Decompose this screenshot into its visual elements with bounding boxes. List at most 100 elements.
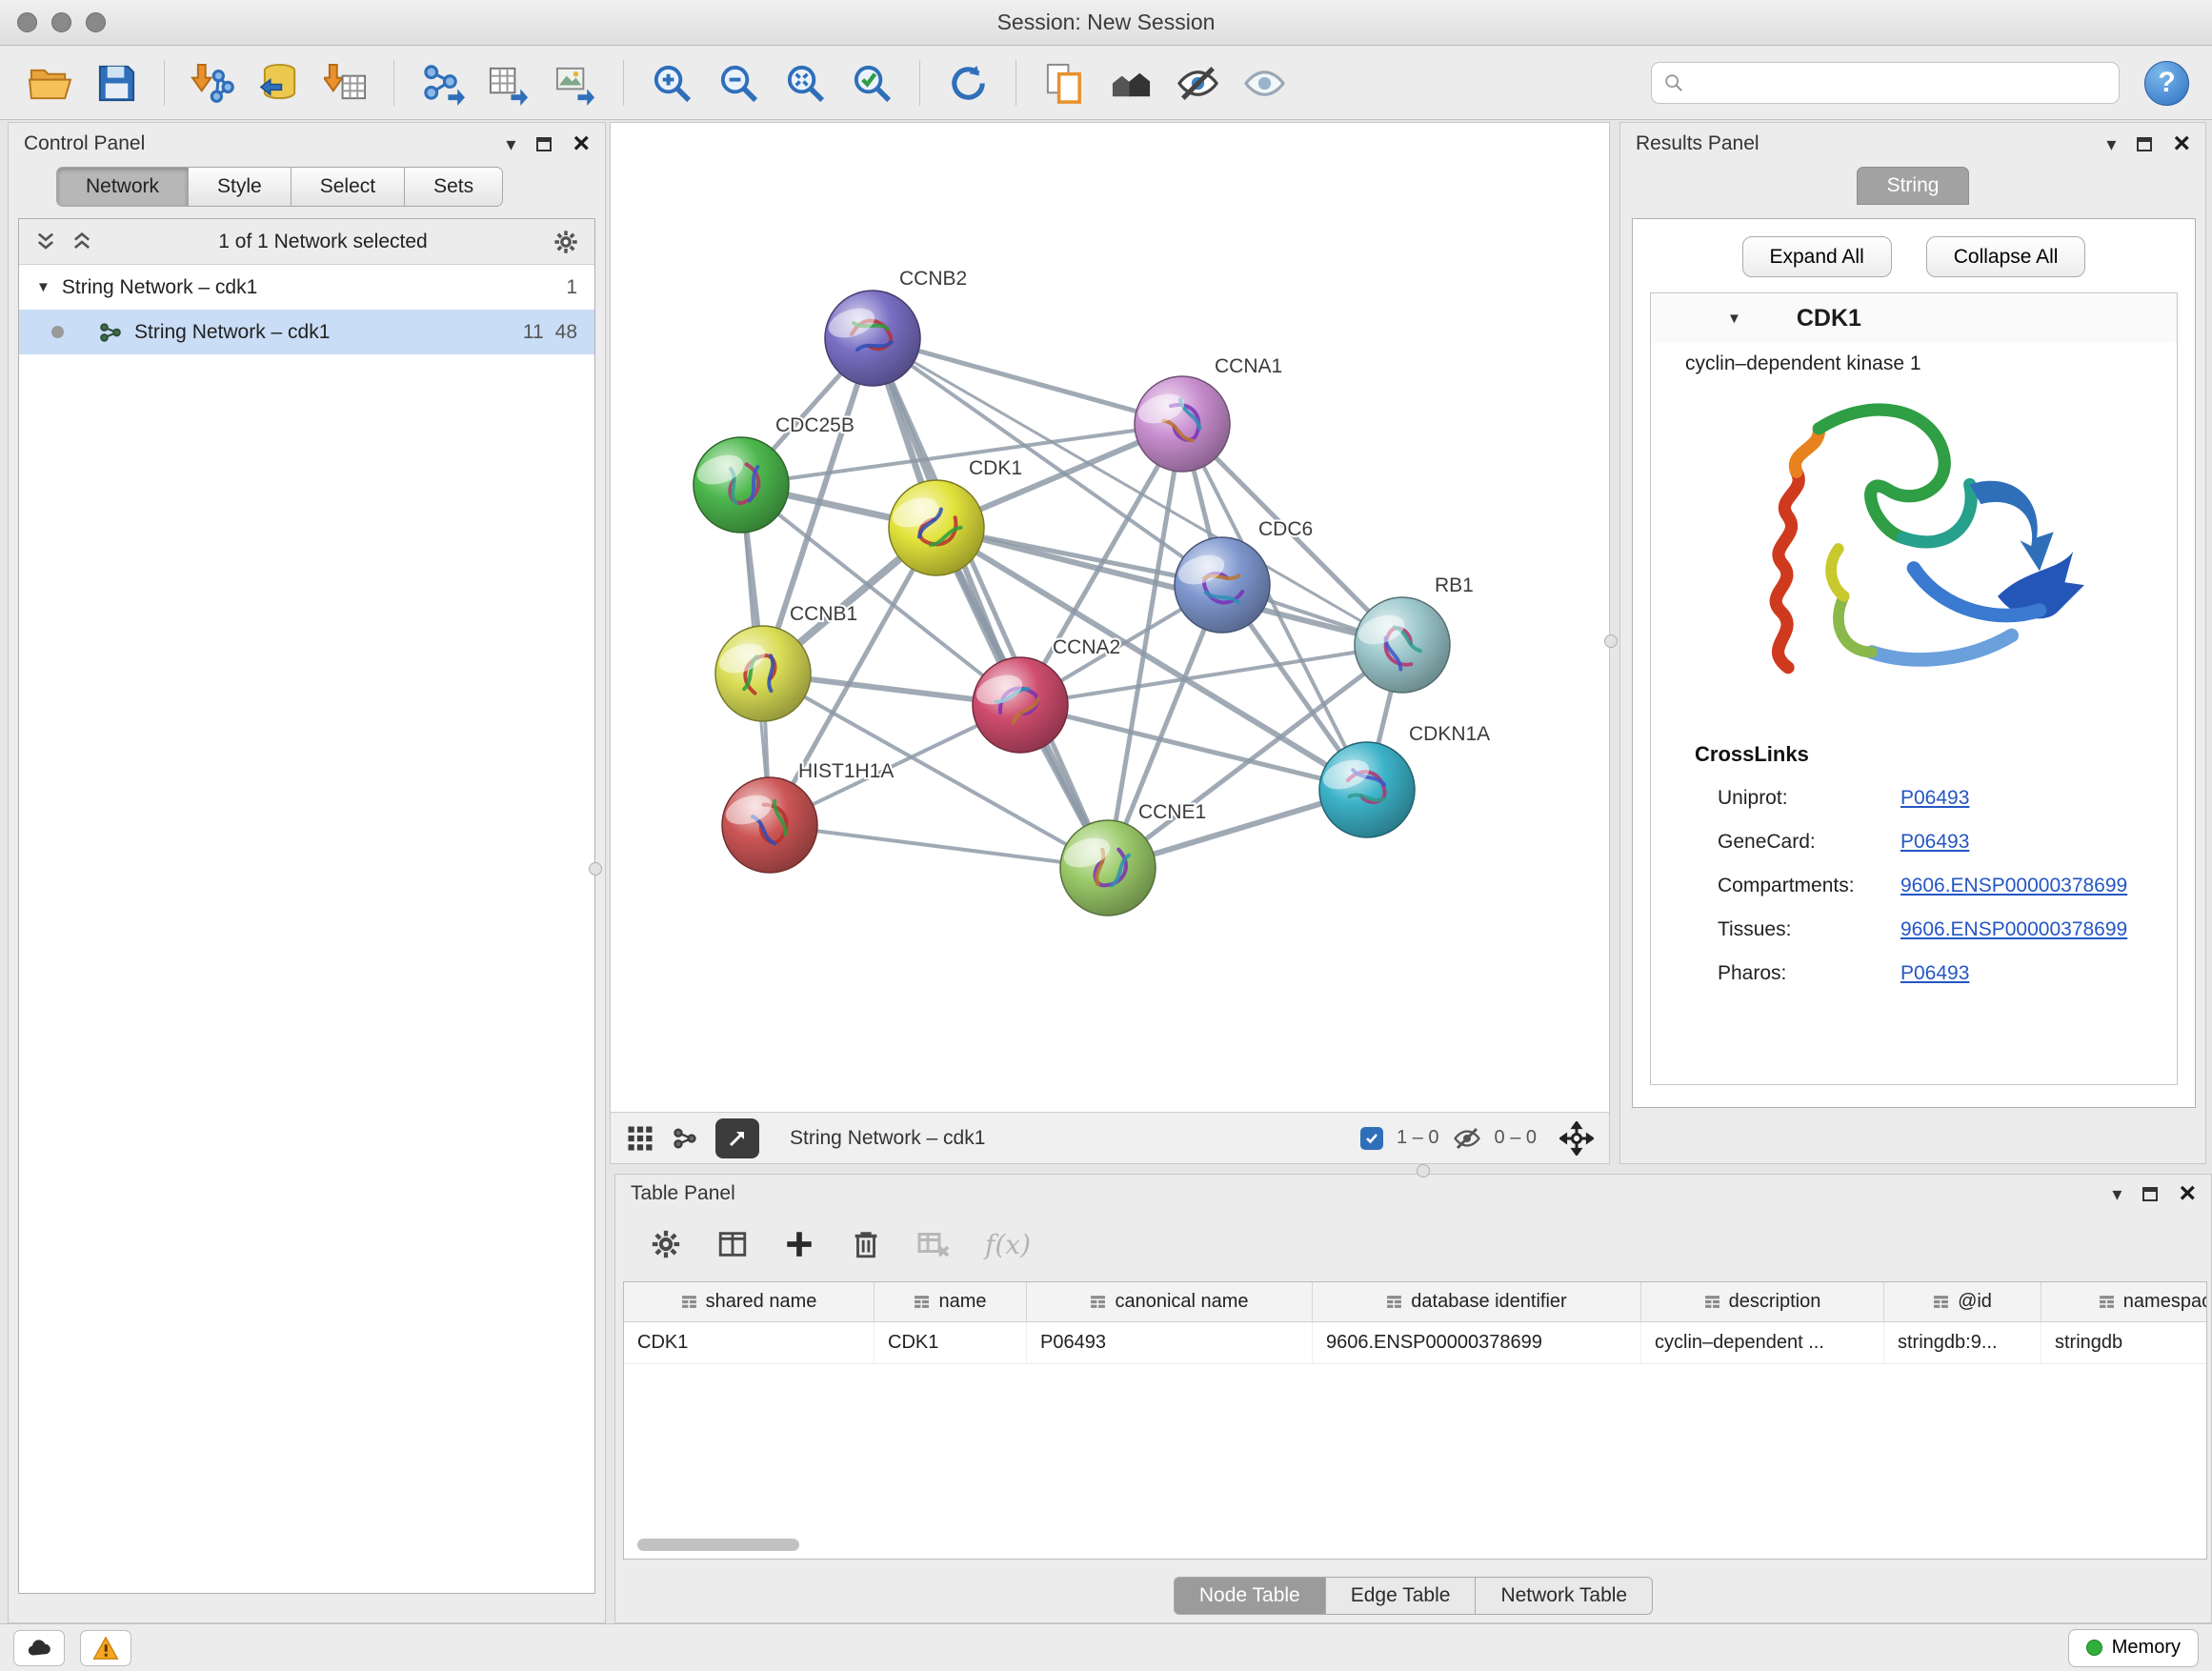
network-node-CCNB1[interactable]	[715, 626, 811, 721]
export-image-button[interactable]	[545, 55, 606, 111]
network-glyph-icon[interactable]	[672, 1125, 698, 1152]
zoom-out-button[interactable]	[708, 55, 769, 111]
maximize-window-button[interactable]	[86, 12, 106, 32]
selected-checkbox-icon[interactable]	[1360, 1127, 1383, 1150]
show-all-button[interactable]	[1234, 55, 1295, 111]
cloud-status-button[interactable]	[13, 1630, 65, 1666]
network-options-gear-icon[interactable]	[553, 229, 579, 255]
crosslink-pharos[interactable]: P06493	[1900, 962, 1969, 985]
expand-all-button[interactable]: Expand All	[1742, 236, 1892, 277]
zoom-in-button[interactable]	[641, 55, 702, 111]
network-canvas[interactable]: CCNB2CCNA1CDC25BCDK1CDC6RB1CCNB1CCNA2CDK…	[611, 123, 1609, 1112]
float-panel-icon[interactable]	[536, 137, 552, 151]
tab-network-table[interactable]: Network Table	[1476, 1577, 1653, 1615]
column-header-shared-name[interactable]: shared name	[624, 1282, 875, 1321]
collapse-all-tree-icon[interactable]	[70, 231, 93, 253]
warnings-button[interactable]	[80, 1630, 131, 1666]
column-header-description[interactable]: description	[1641, 1282, 1884, 1321]
panel-menu-icon[interactable]: ▾	[2112, 1182, 2122, 1206]
search-input[interactable]	[1692, 72, 2107, 94]
refresh-button[interactable]	[937, 55, 998, 111]
float-panel-icon[interactable]	[2137, 137, 2152, 151]
close-panel-icon[interactable]: ×	[573, 130, 590, 158]
open-session-button[interactable]	[19, 55, 80, 111]
birdseye-toggle-button[interactable]	[715, 1118, 759, 1158]
table-cell[interactable]: stringdb:9...	[1884, 1322, 2041, 1363]
birdseye-home-button[interactable]	[1100, 55, 1161, 111]
network-node-CCNA1[interactable]	[1135, 376, 1230, 472]
table-cell[interactable]: CDK1	[875, 1322, 1027, 1363]
expand-all-tree-icon[interactable]	[34, 231, 57, 253]
grid-view-icon[interactable]	[626, 1124, 654, 1153]
section-expander-icon[interactable]: ▼	[1727, 311, 1741, 327]
tab-sets[interactable]: Sets	[405, 167, 503, 207]
tab-style[interactable]: Style	[189, 167, 292, 207]
import-network-database-button[interactable]	[249, 55, 310, 111]
network-node-RB1[interactable]	[1355, 597, 1450, 693]
memory-button[interactable]: Memory	[2068, 1629, 2199, 1667]
export-table-button[interactable]	[478, 55, 539, 111]
table-cell[interactable]: P06493	[1027, 1322, 1313, 1363]
network-node-CDKN1A[interactable]	[1319, 742, 1415, 837]
network-node-CCNA2[interactable]	[973, 657, 1068, 753]
fit-content-crosshair-icon[interactable]	[1559, 1121, 1594, 1156]
close-panel-icon[interactable]: ×	[2173, 130, 2190, 158]
copy-document-button[interactable]	[1034, 55, 1095, 111]
column-header-namespace[interactable]: namespace	[2041, 1282, 2207, 1321]
table-cell[interactable]: 9606.ENSP00000378699	[1313, 1322, 1641, 1363]
tab-select[interactable]: Select	[292, 167, 405, 207]
network-node-CDK1[interactable]	[889, 480, 984, 575]
save-session-button[interactable]	[86, 55, 147, 111]
tab-edge-table[interactable]: Edge Table	[1326, 1577, 1477, 1615]
tree-expander-icon[interactable]: ▼	[36, 279, 50, 295]
close-window-button[interactable]	[17, 12, 37, 32]
gene-section-header[interactable]: ▼ CDK1	[1651, 293, 2177, 343]
panel-menu-icon[interactable]: ▾	[506, 132, 515, 156]
splitter-handle[interactable]	[589, 862, 602, 876]
tab-network[interactable]: Network	[56, 167, 189, 207]
table-cell[interactable]: cyclin–dependent ...	[1641, 1322, 1884, 1363]
close-panel-icon[interactable]: ×	[2179, 1179, 2196, 1208]
help-button[interactable]: ?	[2144, 61, 2189, 106]
crosslink-compartments[interactable]: 9606.ENSP00000378699	[1900, 875, 2127, 897]
column-header-name[interactable]: name	[875, 1282, 1027, 1321]
zoom-selected-button[interactable]	[841, 55, 902, 111]
table-cell[interactable]: stringdb	[2041, 1322, 2207, 1363]
table-cell[interactable]: CDK1	[624, 1322, 875, 1363]
column-header-canonical-name[interactable]: canonical name	[1027, 1282, 1313, 1321]
add-column-button[interactable]	[783, 1228, 815, 1260]
crosslink-genecard[interactable]: P06493	[1900, 831, 1969, 854]
collapse-all-button[interactable]: Collapse All	[1926, 236, 2086, 277]
column-header-id[interactable]: @id	[1884, 1282, 2041, 1321]
export-network-button[interactable]	[412, 55, 473, 111]
save-icon	[94, 61, 139, 106]
column-header-database-identifier[interactable]: database identifier	[1313, 1282, 1641, 1321]
horizontal-scrollbar-thumb[interactable]	[637, 1539, 799, 1551]
zoom-fit-button[interactable]	[774, 55, 835, 111]
splitter-handle[interactable]	[1604, 634, 1618, 648]
network-node-HIST1H1A[interactable]	[722, 777, 817, 873]
tab-node-table[interactable]: Node Table	[1174, 1577, 1326, 1615]
splitter-handle[interactable]	[1417, 1164, 1430, 1178]
panel-menu-icon[interactable]: ▾	[2106, 132, 2116, 156]
show-columns-button[interactable]	[716, 1228, 749, 1260]
network-node-CDC6[interactable]	[1175, 537, 1270, 633]
table-options-gear-button[interactable]	[650, 1228, 682, 1260]
float-panel-icon[interactable]	[2142, 1187, 2158, 1201]
network-collection-row[interactable]: ▼ String Network – cdk1 1	[19, 265, 594, 310]
network-edge-CCNB2-CCNE1[interactable]	[873, 338, 1108, 868]
network-row-selected[interactable]: String Network – cdk1 11 48	[19, 310, 594, 354]
delete-column-button[interactable]	[850, 1228, 882, 1260]
table-row[interactable]: CDK1CDK1P064939606.ENSP00000378699cyclin…	[624, 1322, 2206, 1364]
crosslink-uniprot[interactable]: P06493	[1900, 787, 1969, 810]
network-node-CDC25B[interactable]	[694, 437, 789, 533]
import-network-file-button[interactable]	[182, 55, 243, 111]
minimize-window-button[interactable]	[51, 12, 71, 32]
network-edge-CCNE1-HIST1H1A[interactable]	[770, 825, 1108, 868]
tab-string[interactable]: String	[1857, 167, 1969, 205]
network-node-CCNE1[interactable]	[1060, 820, 1156, 916]
import-table-button[interactable]	[315, 55, 376, 111]
crosslink-tissues[interactable]: 9606.ENSP00000378699	[1900, 918, 2127, 941]
hide-selected-button[interactable]	[1167, 55, 1228, 111]
network-node-CCNB2[interactable]	[825, 291, 920, 386]
